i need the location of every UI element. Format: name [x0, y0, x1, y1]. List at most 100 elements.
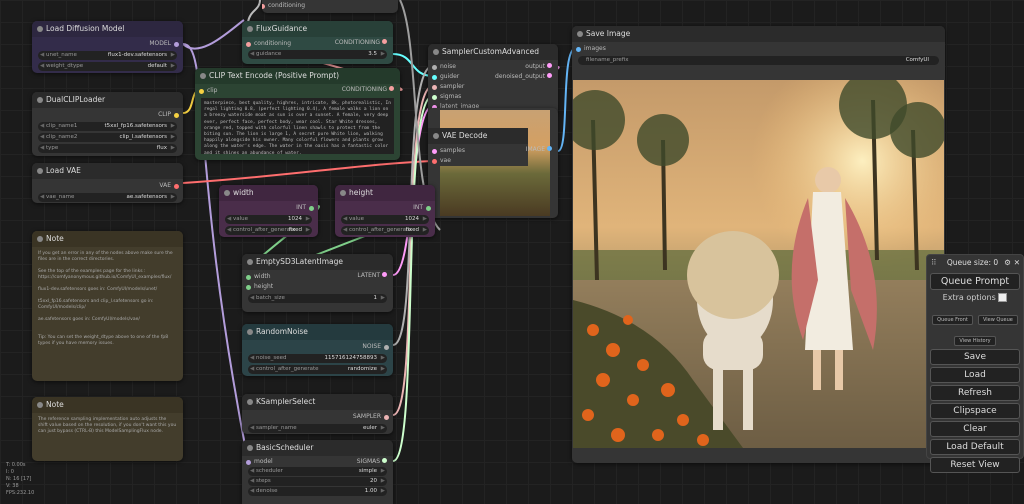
arrow-left-icon[interactable]: ◀: [40, 144, 44, 153]
vae-output[interactable]: VAE: [38, 181, 179, 191]
arrow-left-icon[interactable]: ◀: [227, 226, 231, 235]
vae-pin[interactable]: [174, 184, 179, 189]
load-button[interactable]: Load: [930, 367, 1020, 383]
node-collapse-dot[interactable]: [340, 190, 346, 196]
load-vae-node[interactable]: Load VAE VAE ◀ vae_name ae.safetensors ▶: [32, 163, 183, 203]
node-collapse-dot[interactable]: [433, 133, 439, 139]
load-default-button[interactable]: Load Default: [930, 439, 1020, 455]
denoise-widget[interactable]: ◀ denoise 1.00 ▶: [248, 487, 387, 496]
model-pin[interactable]: [246, 460, 251, 465]
basic-scheduler-node[interactable]: BasicScheduler model SIGMAS ◀ scheduler si…: [242, 440, 393, 504]
batch-size-widget[interactable]: ◀ batch_size 1 ▶: [248, 294, 387, 303]
latent-out-pin[interactable]: [382, 272, 387, 277]
images-input[interactable]: images: [576, 44, 939, 54]
conditioning-stub-input[interactable]: conditioning: [262, 1, 398, 11]
clipspace-button[interactable]: Clipspace: [930, 403, 1020, 419]
arrow-right-icon[interactable]: ▶: [171, 122, 175, 131]
guider-pin[interactable]: [432, 75, 437, 80]
width-node[interactable]: width INT ◀ value 1024 ▶ ◀ control_after_gen…: [219, 185, 318, 237]
note-node-2[interactable]: Note The reference sampling implementati…: [32, 397, 183, 461]
weight-dtype-widget[interactable]: ◀ weight_dtype default ▶: [38, 62, 177, 71]
clip-text-encode-node[interactable]: CLIP Text Encode (Positive Prompt) clip …: [195, 68, 400, 160]
conditioning-pin[interactable]: [246, 42, 251, 47]
height-value-widget[interactable]: ◀ value 1024 ▶: [341, 215, 429, 224]
noise-pin[interactable]: [384, 345, 389, 350]
load-diffusion-model-node[interactable]: Load Diffusion Model MODEL ◀ unet_name flu…: [32, 21, 183, 73]
arrow-left-icon[interactable]: ◀: [250, 365, 254, 374]
arrow-left-icon[interactable]: ◀: [250, 354, 254, 363]
arrow-left-icon[interactable]: ◀: [250, 50, 254, 59]
node-collapse-dot[interactable]: [433, 49, 439, 55]
vae-pin[interactable]: [432, 159, 437, 164]
int-output[interactable]: INT: [225, 203, 314, 213]
conditioning-output[interactable]: CONDITIONING: [335, 39, 387, 46]
int-pin[interactable]: [246, 275, 251, 280]
int-pin[interactable]: [246, 285, 251, 290]
drag-handle-icon[interactable]: ⠿: [931, 258, 937, 267]
noise-output[interactable]: NOISE: [248, 342, 389, 352]
node-collapse-dot[interactable]: [577, 31, 583, 37]
height-control-widget[interactable]: ◀ control_after_generate fixed ▶: [341, 226, 429, 235]
conditioning-output[interactable]: CONDITIONING: [342, 86, 394, 93]
extra-options-checkbox[interactable]: [998, 293, 1008, 302]
sampler-name-widget[interactable]: ◀ sampler_name euler ▶: [248, 424, 387, 433]
dual-clip-loader-node[interactable]: DualCLIPLoader CLIP ◀ clip_name1 t5xxl_fp1…: [32, 92, 183, 156]
node-collapse-dot[interactable]: [37, 402, 43, 408]
queue-panel[interactable]: ⠿ Queue size: 0 ⚙ ✕ Queue Prompt Extra o…: [926, 254, 1024, 473]
node-collapse-dot[interactable]: [247, 445, 253, 451]
queue-front-button[interactable]: Queue Front: [932, 315, 973, 325]
arrow-left-icon[interactable]: ◀: [40, 51, 44, 60]
note-text[interactable]: If you get an error in any of the nodes …: [32, 247, 183, 351]
clip-output[interactable]: CLIP: [38, 110, 179, 120]
latent-pin[interactable]: [432, 149, 437, 154]
clip-type-widget[interactable]: ◀ type flux ▶: [38, 144, 177, 153]
width-control-widget[interactable]: ◀ control_after_generate fixed ▶: [225, 226, 312, 235]
clip-name1-widget[interactable]: ◀ clip_name1 t5xxl_fp16.safetensors ▶: [38, 122, 177, 131]
node-collapse-dot[interactable]: [247, 329, 253, 335]
sampler-pin[interactable]: [384, 415, 389, 420]
note-text[interactable]: The reference sampling implementation au…: [32, 413, 183, 439]
view-history-button[interactable]: View History: [954, 336, 996, 346]
node-collapse-dot[interactable]: [37, 97, 43, 103]
node-collapse-dot[interactable]: [247, 26, 253, 32]
arrow-right-icon[interactable]: ▶: [381, 294, 385, 303]
arrow-right-icon[interactable]: ▶: [171, 51, 175, 60]
arrow-right-icon[interactable]: ▶: [381, 50, 385, 59]
arrow-right-icon[interactable]: ▶: [306, 226, 310, 235]
refresh-button[interactable]: Refresh: [930, 385, 1020, 401]
note-node[interactable]: Note If you get an error in any of the n…: [32, 231, 183, 381]
conditioning-stub-node[interactable]: conditioning: [262, 0, 398, 13]
vae-name-widget[interactable]: ◀ vae_name ae.safetensors ▶: [38, 193, 177, 202]
output-image[interactable]: [573, 80, 944, 448]
node-collapse-dot[interactable]: [247, 259, 253, 265]
arrow-right-icon[interactable]: ▶: [423, 226, 427, 235]
height-node[interactable]: height INT ◀ value 1024 ▶ ◀ control_after_ge…: [335, 185, 435, 237]
reset-view-button[interactable]: Reset View: [930, 457, 1020, 473]
sigmas-output[interactable]: SIGMAS: [357, 458, 387, 465]
arrow-right-icon[interactable]: ▶: [306, 215, 310, 224]
flux-guidance-node[interactable]: FluxGuidance conditioning CONDITIONING ◀…: [242, 21, 393, 64]
node-collapse-dot[interactable]: [37, 26, 43, 32]
noise-control-widget[interactable]: ◀ control_after_generate randomize ▶: [248, 365, 387, 374]
arrow-left-icon[interactable]: ◀: [343, 215, 347, 224]
latent-out-pin[interactable]: [547, 73, 552, 78]
height-input[interactable]: height: [246, 282, 387, 292]
arrow-right-icon[interactable]: ▶: [171, 62, 175, 71]
arrow-left-icon[interactable]: ◀: [250, 294, 254, 303]
sigmas-out-pin[interactable]: [382, 458, 387, 463]
arrow-right-icon[interactable]: ▶: [171, 144, 175, 153]
denoised-output[interactable]: denoised_output: [495, 72, 552, 82]
model-output[interactable]: MODEL: [38, 39, 179, 49]
arrow-right-icon[interactable]: ▶: [381, 365, 385, 374]
save-button[interactable]: Save: [930, 349, 1020, 365]
output-output[interactable]: output: [495, 62, 552, 72]
model-pin[interactable]: [174, 42, 179, 47]
node-collapse-dot[interactable]: [247, 399, 253, 405]
noise-seed-widget[interactable]: ◀ noise_seed 115716124758893 ▶: [248, 354, 387, 363]
clip-pin[interactable]: [174, 113, 179, 118]
clear-button[interactable]: Clear: [930, 421, 1020, 437]
arrow-left-icon[interactable]: ◀: [40, 62, 44, 71]
random-noise-node[interactable]: RandomNoise NOISE ◀ noise_seed 11571612475…: [242, 324, 393, 376]
save-image-node[interactable]: Save Image images filename_prefix ComfyUI: [572, 26, 945, 463]
filename-prefix-widget[interactable]: filename_prefix ComfyUI: [578, 56, 939, 65]
